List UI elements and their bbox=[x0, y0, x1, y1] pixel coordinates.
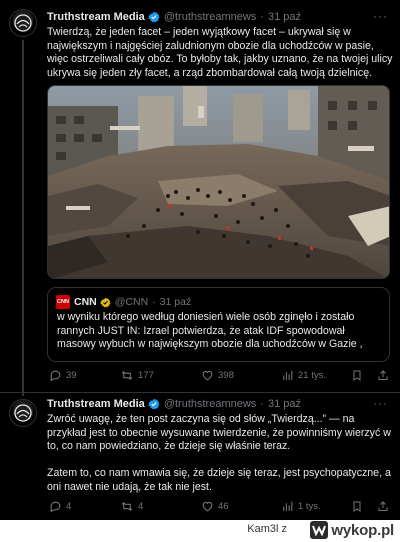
heart-icon bbox=[202, 501, 213, 512]
quoted-author-handle: @CNN bbox=[114, 296, 149, 308]
like-count: 398 bbox=[218, 370, 234, 381]
watermark-footer: Kam3l z wykop.pl bbox=[0, 520, 400, 542]
quoted-tweet[interactable]: CNN CNN @CNN · 31 paź w wyniku którego w… bbox=[47, 287, 390, 362]
repost-button[interactable]: 4 bbox=[120, 500, 143, 513]
repost-button[interactable]: 177 bbox=[120, 369, 154, 382]
author-name[interactable]: Truthstream Media bbox=[47, 11, 145, 23]
view-count: 21 tys. bbox=[298, 370, 326, 381]
wykop-logo: wykop.pl bbox=[310, 521, 394, 539]
reply-count: 4 bbox=[66, 501, 72, 512]
views-button[interactable]: 1 tys. bbox=[281, 500, 321, 513]
wykop-logo-icon bbox=[310, 521, 329, 539]
repost-count: 177 bbox=[138, 370, 154, 381]
tweet-actions: 4 4 46 1 tys. bbox=[47, 500, 392, 516]
screenshot: Truthstream Media @truthstreamnews · 31 … bbox=[0, 0, 400, 542]
quoted-tweet-header: CNN CNN @CNN · 31 paź bbox=[56, 295, 191, 309]
like-button[interactable]: 46 bbox=[201, 500, 229, 513]
views-chart-icon bbox=[283, 501, 293, 511]
tweet-header: Truthstream Media @truthstreamnews · 31 … bbox=[47, 9, 301, 25]
share-button[interactable] bbox=[377, 500, 389, 513]
bombing-aftermath-photo bbox=[48, 86, 389, 278]
repost-count: 4 bbox=[138, 501, 144, 512]
reply-icon bbox=[50, 501, 61, 513]
bookmark-icon bbox=[353, 370, 361, 381]
bookmark-icon bbox=[353, 501, 361, 512]
like-count: 46 bbox=[218, 501, 229, 512]
verified-badge-icon bbox=[99, 297, 111, 308]
heart-icon bbox=[202, 370, 213, 381]
twitter-thread-panel: Truthstream Media @truthstreamnews · 31 … bbox=[0, 0, 400, 520]
view-count: 1 tys. bbox=[298, 501, 321, 512]
tweet-photo[interactable] bbox=[47, 85, 390, 279]
avatar[interactable] bbox=[9, 399, 37, 427]
separator-dot: · bbox=[260, 398, 264, 410]
watermark-author: Kam3l z bbox=[247, 523, 287, 535]
avatar-logo-icon bbox=[14, 14, 32, 32]
bookmark-button[interactable] bbox=[351, 500, 363, 513]
more-options-icon[interactable]: ··· bbox=[373, 9, 388, 23]
share-button[interactable] bbox=[377, 369, 389, 382]
share-icon bbox=[378, 501, 388, 511]
thread-line bbox=[22, 40, 24, 396]
reply-button[interactable]: 39 bbox=[49, 369, 77, 382]
tweet-1[interactable]: Truthstream Media @truthstreamnews · 31 … bbox=[0, 0, 400, 396]
verified-badge-icon bbox=[148, 11, 160, 23]
quoted-tweet-time: 31 paź bbox=[159, 296, 192, 308]
repost-icon bbox=[121, 501, 133, 512]
avatar-logo-icon bbox=[14, 404, 32, 422]
tweet-header: Truthstream Media @truthstreamnews · 31 … bbox=[47, 396, 301, 412]
tweet-text: Twierdzą, że jeden facet – jeden wyjątko… bbox=[47, 26, 393, 79]
separator-dot: · bbox=[152, 296, 156, 308]
reply-button[interactable]: 4 bbox=[49, 500, 71, 513]
quoted-tweet-text: w wyniku którego według doniesień wiele … bbox=[57, 311, 363, 351]
like-button[interactable]: 398 bbox=[201, 369, 234, 382]
verified-badge-icon bbox=[148, 398, 160, 410]
reply-icon bbox=[50, 370, 61, 382]
wykop-site-name: wykop.pl bbox=[331, 521, 394, 539]
bookmark-button[interactable] bbox=[351, 369, 363, 382]
cnn-logo-icon: CNN bbox=[56, 295, 70, 309]
views-button[interactable]: 21 tys. bbox=[281, 369, 326, 382]
quoted-author-name: CNN bbox=[74, 296, 97, 308]
views-chart-icon bbox=[283, 370, 293, 380]
author-handle[interactable]: @truthstreamnews bbox=[164, 11, 256, 23]
author-handle[interactable]: @truthstreamnews bbox=[164, 398, 256, 410]
tweet-time[interactable]: 31 paź bbox=[268, 398, 301, 410]
share-icon bbox=[378, 370, 388, 380]
tweet-2[interactable]: Truthstream Media @truthstreamnews · 31 … bbox=[0, 393, 400, 520]
repost-icon bbox=[121, 370, 133, 381]
tweet-time[interactable]: 31 paź bbox=[268, 11, 301, 23]
more-options-icon[interactable]: ··· bbox=[373, 396, 388, 410]
tweet-actions: 39 177 398 21 tys. bbox=[47, 369, 392, 385]
separator-dot: · bbox=[260, 11, 264, 23]
tweet-text: Zwróć uwagę, że ten post zaczyna się od … bbox=[47, 413, 391, 493]
author-name[interactable]: Truthstream Media bbox=[47, 398, 145, 410]
avatar[interactable] bbox=[9, 9, 37, 37]
reply-count: 39 bbox=[66, 370, 77, 381]
